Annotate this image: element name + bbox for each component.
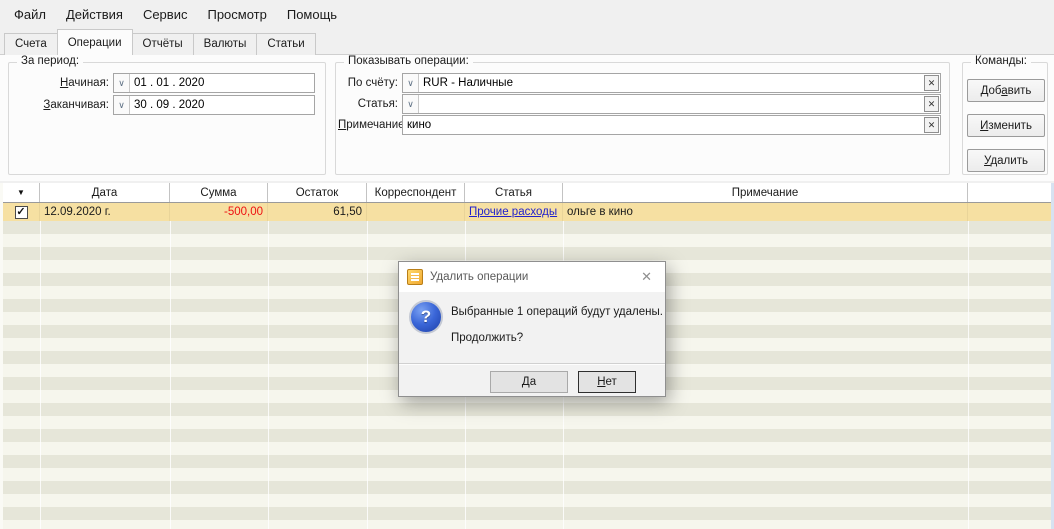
menu-item-file[interactable]: Файл — [4, 2, 56, 27]
cell-note: ольге в кино — [563, 203, 968, 221]
category-dropdown-button[interactable]: ∨ — [403, 95, 419, 113]
start-date-input[interactable] — [130, 74, 314, 92]
commands-groupbox: Команды: Добавить Изменить Удалить — [962, 62, 1048, 175]
filter-panel: За период: Начиная: ∨ Заканчивая: ∨ Пока… — [0, 54, 1054, 181]
period-groupbox: За период: Начиная: ∨ Заканчивая: ∨ — [8, 62, 326, 175]
show-operations-groupbox: Показывать операции: По счёту: ∨ ✕ Стать… — [335, 62, 950, 175]
column-header-balance[interactable]: Остаток — [268, 183, 367, 202]
dialog-title-bar: Удалить операции ✕ — [399, 262, 665, 292]
tab-bar: Счета Операции Отчёты Валюты Статьи — [4, 30, 315, 55]
cell-extra — [968, 203, 1051, 221]
clear-icon: ✕ — [928, 78, 936, 89]
column-header-correspondent[interactable]: Корреспондент — [367, 183, 465, 202]
end-date-input[interactable] — [130, 96, 314, 114]
question-icon: ? — [409, 300, 443, 334]
table-row[interactable]: ✓ 12.09.2020 г. -500,00 61,50 Прочие рас… — [3, 203, 1051, 221]
note-label: Примечание: — [338, 119, 402, 131]
start-date-label: Начиная: — [15, 77, 113, 89]
cell-amount: -500,00 — [170, 203, 268, 221]
chevron-down-icon: ∨ — [407, 78, 414, 89]
note-input[interactable] — [403, 116, 923, 134]
cell-correspondent — [367, 203, 465, 221]
dialog-message: Выбранные 1 операций будут удалены. — [451, 306, 663, 318]
account-input[interactable] — [419, 74, 923, 92]
dialog-confirm-question: Продолжить? — [451, 332, 523, 344]
account-label: По счёту: — [338, 77, 402, 89]
column-header-category[interactable]: Статья — [465, 183, 563, 202]
category-clear-button[interactable]: ✕ — [924, 96, 939, 112]
menu-item-actions[interactable]: Действия — [56, 2, 133, 27]
cell-balance: 61,50 — [268, 203, 367, 221]
dialog-yes-button[interactable]: Да — [490, 371, 568, 393]
tab-operations[interactable]: Операции — [57, 29, 133, 55]
dialog-no-button[interactable]: Нет — [578, 371, 636, 393]
column-header-date[interactable]: Дата — [40, 183, 170, 202]
dialog-body: ? Выбранные 1 операций будут удалены. Пр… — [399, 292, 665, 396]
table-header-row: ▼ Дата Сумма Остаток Корреспондент Стать… — [3, 183, 1051, 203]
app-icon — [407, 269, 423, 285]
account-dropdown-button[interactable]: ∨ — [403, 74, 419, 92]
delete-dialog: Удалить операции ✕ ? Выбранные 1 операци… — [398, 261, 666, 397]
tab-accounts[interactable]: Счета — [4, 33, 58, 55]
chevron-down-icon: ∨ — [118, 100, 125, 111]
column-header-amount[interactable]: Сумма — [170, 183, 268, 202]
commands-group-title: Команды: — [971, 55, 1031, 67]
column-header-extra — [968, 183, 1051, 202]
tab-currencies[interactable]: Валюты — [193, 33, 258, 55]
select-all-filter-header[interactable]: ▼ — [3, 183, 40, 202]
dialog-separator — [399, 363, 665, 365]
note-clear-button[interactable]: ✕ — [924, 117, 939, 133]
menu-bar: Файл Действия Сервис Просмотр Помощь — [0, 0, 1054, 28]
column-header-note[interactable]: Примечание — [563, 183, 968, 202]
cell-date: 12.09.2020 г. — [40, 203, 170, 221]
end-date-dropdown-button[interactable]: ∨ — [114, 96, 130, 114]
end-date-label: Заканчивая: — [15, 99, 113, 111]
edit-button[interactable]: Изменить — [967, 114, 1045, 137]
row-checkbox[interactable]: ✓ — [15, 206, 28, 219]
period-group-title: За период: — [17, 55, 83, 67]
dialog-close-button[interactable]: ✕ — [636, 268, 657, 286]
category-input[interactable] — [419, 95, 923, 113]
account-clear-button[interactable]: ✕ — [924, 75, 939, 91]
dialog-title: Удалить операции — [430, 271, 636, 283]
clear-icon: ✕ — [928, 120, 936, 131]
start-date-dropdown-button[interactable]: ∨ — [114, 74, 130, 92]
delete-button[interactable]: Удалить — [967, 149, 1045, 172]
menu-item-service[interactable]: Сервис — [133, 2, 198, 27]
close-icon: ✕ — [641, 269, 652, 284]
chevron-down-icon: ∨ — [407, 99, 414, 110]
category-label: Статья: — [338, 98, 402, 110]
filter-dropdown-icon: ▼ — [17, 188, 25, 197]
show-group-title: Показывать операции: — [344, 55, 473, 67]
tab-reports[interactable]: Отчёты — [132, 33, 194, 55]
menu-item-view[interactable]: Просмотр — [197, 2, 276, 27]
category-link[interactable]: Прочие расходы — [469, 206, 557, 218]
tab-categories[interactable]: Статьи — [256, 33, 315, 55]
menu-item-help[interactable]: Помощь — [277, 2, 347, 27]
clear-icon: ✕ — [928, 99, 936, 110]
chevron-down-icon: ∨ — [118, 78, 125, 89]
add-button[interactable]: Добавить — [967, 79, 1045, 102]
